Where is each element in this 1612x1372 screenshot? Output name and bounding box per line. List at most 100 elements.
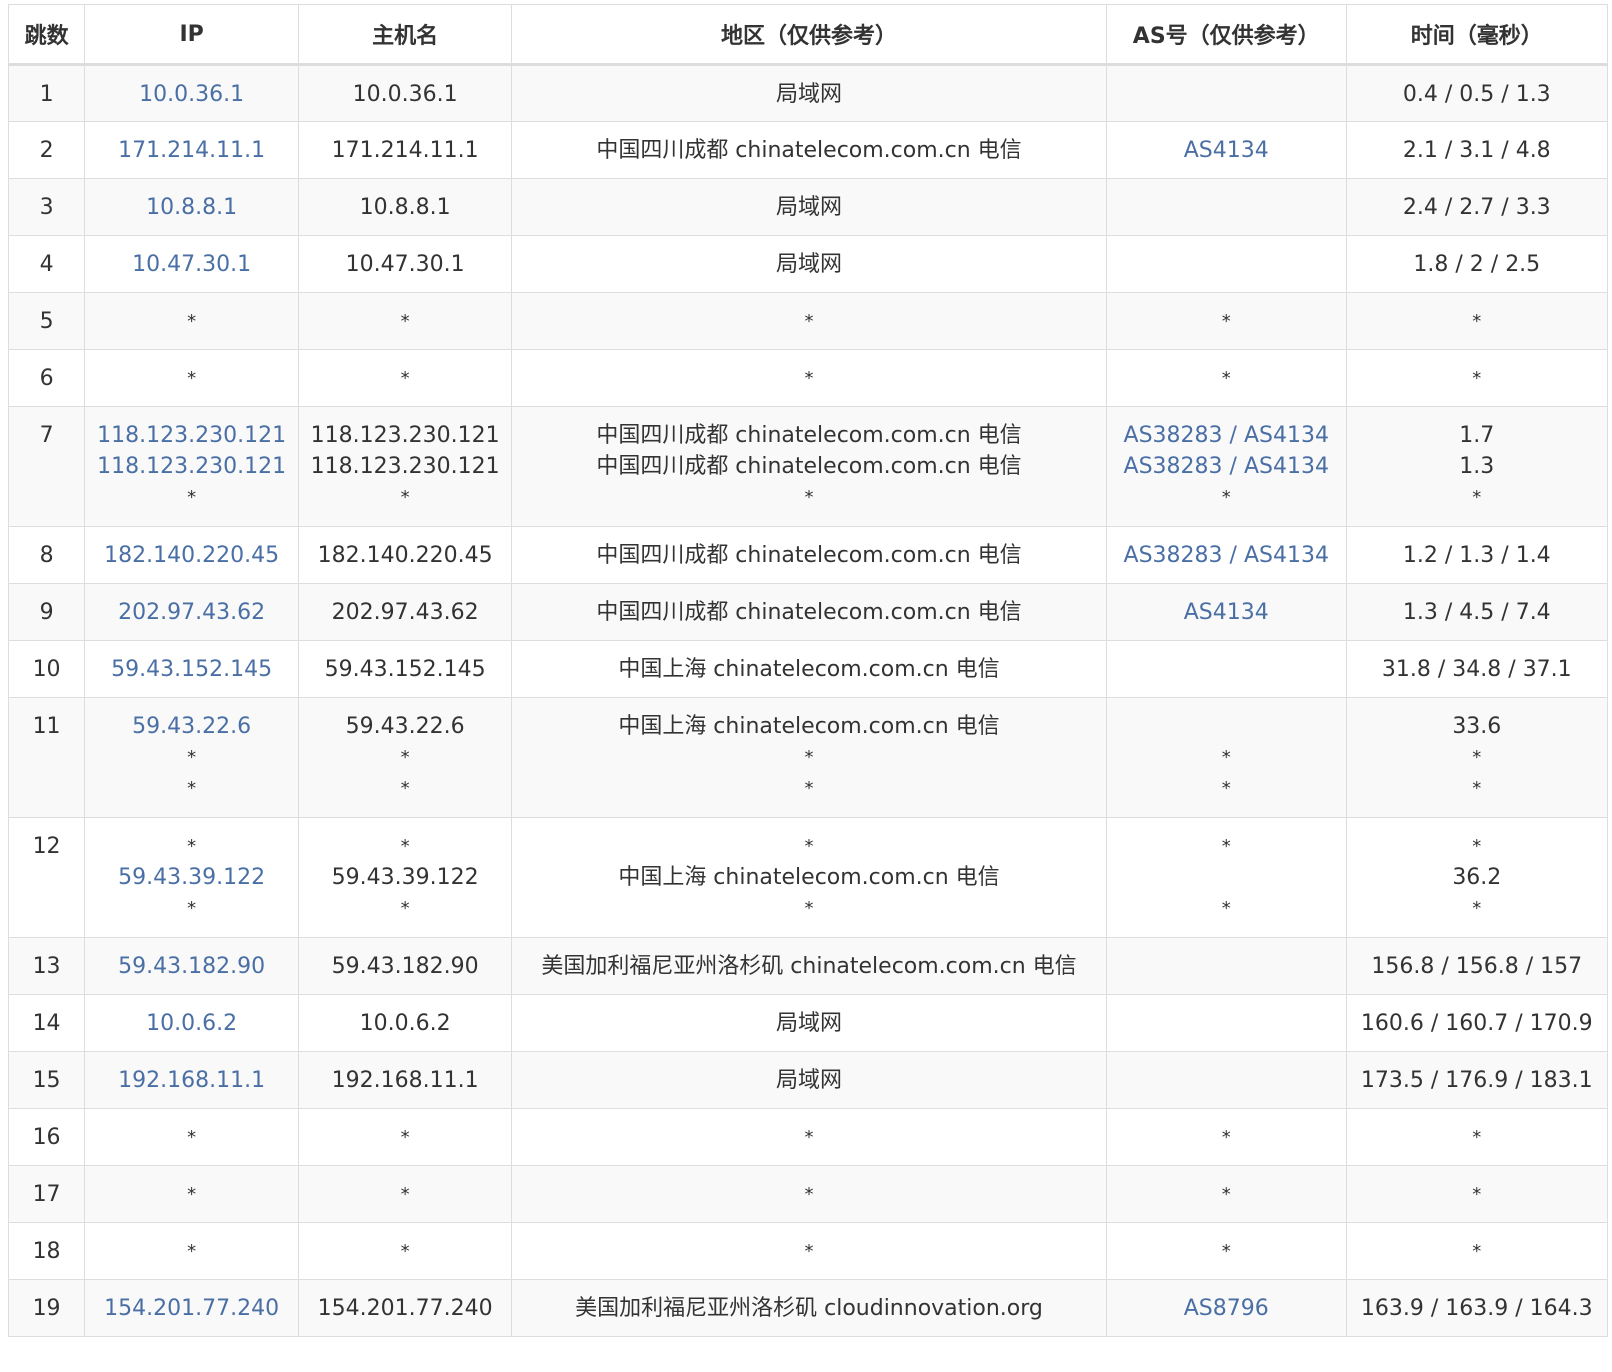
hop-cell: 8 — [7, 526, 86, 584]
table-row: 13 59.43.182.90 59.43.182.90 美国加利福尼亚州洛杉矶 ch… — [7, 937, 1609, 995]
hop-number: 17 — [32, 1182, 61, 1207]
table-row: 2 171.214.11.1 171.214.11.1 中国四川成都 chinatel… — [7, 121, 1609, 179]
hostname-text: 171.214.11.1 — [331, 138, 479, 163]
time-cell: * — [1345, 1165, 1609, 1223]
ip-link[interactable]: 59.43.152.145 — [89, 654, 294, 685]
region-cell: * — [511, 1108, 1107, 1166]
time-text: 173.5 / 176.9 / 183.1 — [1360, 1068, 1593, 1093]
time-text: 1.3 / 4.5 / 7.4 — [1402, 600, 1551, 625]
ip-link[interactable]: 171.214.11.1 — [89, 135, 294, 166]
region-text: 局域网 — [776, 1011, 843, 1036]
region-text: 中国四川成都 chinatelecom.com.cn 电信 — [596, 600, 1022, 625]
no-response-marker: * — [1472, 1241, 1482, 1262]
as-link[interactable]: AS4134 — [1184, 138, 1269, 163]
no-response-marker: * — [400, 1127, 410, 1148]
hop-number: 7 — [39, 423, 54, 448]
ip-link[interactable]: 202.97.43.62 — [89, 597, 294, 628]
table-row: 6 * * * * * — [7, 349, 1609, 407]
region-cell: 中国上海 chinatelecom.com.cn 电信 * * — [511, 697, 1107, 818]
ip-link[interactable]: 192.168.11.1 — [89, 1065, 294, 1096]
as-link[interactable]: AS38283 — [1124, 454, 1223, 479]
ip-link[interactable]: 154.201.77.240 — [89, 1293, 294, 1324]
as-cell: * — [1105, 1108, 1347, 1166]
ip-link[interactable]: 10.0.36.1 — [89, 79, 294, 110]
hop-cell: 7 — [7, 406, 86, 527]
ip-link[interactable]: 59.43.22.6 — [89, 711, 294, 742]
table-row: 17 * * * * * — [7, 1165, 1609, 1223]
traceroute-table: 跳数 IP 主机名 地区（仅供参考） AS号（仅供参考） 时间（毫秒） 1 10.… — [7, 4, 1609, 1337]
ip-cell: * — [84, 1108, 300, 1166]
hop-cell: 13 — [7, 937, 86, 995]
as-cell — [1105, 178, 1347, 236]
time-text: 1.3 — [1459, 454, 1495, 479]
hop-number: 5 — [39, 309, 54, 334]
region-cell: * 中国上海 chinatelecom.com.cn 电信 * — [511, 817, 1107, 938]
time-cell: 1.7 1.3 * — [1345, 406, 1609, 527]
as-link[interactable]: AS4134 — [1244, 543, 1329, 568]
no-response-marker: * — [187, 368, 197, 389]
no-response-marker: * — [804, 487, 814, 508]
no-response-marker: * — [1221, 311, 1231, 332]
no-response-marker: * — [1472, 487, 1482, 508]
hop-cell: 9 — [7, 583, 86, 641]
region-text: 美国加利福尼亚州洛杉矶 cloudinnovation.org — [575, 1296, 1043, 1321]
no-response-marker: * — [187, 1184, 197, 1205]
as-line: AS4134 — [1111, 597, 1342, 628]
no-response-marker: * — [187, 487, 197, 508]
hostname-text: 182.140.220.45 — [317, 543, 493, 568]
hostname-text: 10.8.8.1 — [359, 195, 451, 220]
ip-link[interactable]: 10.47.30.1 — [89, 249, 294, 280]
hop-cell: 18 — [7, 1222, 86, 1280]
ip-cell: 59.43.152.145 — [84, 640, 300, 698]
table-row: 14 10.0.6.2 10.0.6.2 局域网 160.6 / 160.7 / 170… — [7, 994, 1609, 1052]
table-row: 5 * * * * * — [7, 292, 1609, 350]
as-cell — [1105, 1051, 1347, 1109]
ip-link[interactable]: 59.43.182.90 — [89, 951, 294, 982]
no-response-marker: * — [400, 1184, 410, 1205]
ip-link[interactable]: 118.123.230.121 — [89, 451, 294, 482]
as-link[interactable]: AS4134 — [1244, 423, 1329, 448]
ip-link[interactable]: 10.8.8.1 — [89, 192, 294, 223]
no-response-marker: * — [1472, 898, 1482, 919]
hostname-cell: * — [298, 1222, 513, 1280]
ip-cell: * — [84, 1222, 300, 1280]
hop-number: 4 — [39, 252, 54, 277]
time-cell: * — [1345, 349, 1609, 407]
as-link[interactable]: AS8796 — [1184, 1296, 1269, 1321]
region-text: 中国四川成都 chinatelecom.com.cn 电信 — [596, 138, 1022, 163]
ip-link[interactable]: 59.43.39.122 — [89, 862, 294, 893]
table-row: 3 10.8.8.1 10.8.8.1 局域网 2.4 / 2.7 / 3.3 — [7, 178, 1609, 236]
ip-link[interactable]: 182.140.220.45 — [89, 540, 294, 571]
region-text: 中国四川成都 chinatelecom.com.cn 电信 — [596, 454, 1022, 479]
no-response-marker: * — [1221, 898, 1231, 919]
time-text: 1.7 — [1459, 423, 1495, 448]
as-line: AS38283 / AS4134 — [1111, 451, 1342, 482]
ip-cell: 192.168.11.1 — [84, 1051, 300, 1109]
as-link[interactable]: AS4134 — [1184, 600, 1269, 625]
table-row: 7 118.123.230.121 118.123.230.121 * 118.123.… — [7, 406, 1609, 527]
as-line: AS38283 / AS4134 — [1111, 420, 1342, 451]
region-text: 中国上海 chinatelecom.com.cn 电信 — [618, 865, 1000, 890]
table-row: 12 * 59.43.39.122 * * 59.43.39.122 * * 中国上海 chin… — [7, 817, 1609, 938]
ip-link[interactable]: 118.123.230.121 — [89, 420, 294, 451]
hostname-cell: 10.0.36.1 — [298, 64, 513, 122]
hostname-text: 118.123.230.121 — [310, 454, 500, 479]
as-link[interactable]: AS4134 — [1244, 454, 1329, 479]
hostname-cell: 171.214.11.1 — [298, 121, 513, 179]
region-cell: * — [511, 1165, 1107, 1223]
region-cell: * — [511, 292, 1107, 350]
as-link[interactable]: AS38283 — [1124, 543, 1223, 568]
as-cell: * — [1105, 1222, 1347, 1280]
hostname-cell: * — [298, 1108, 513, 1166]
hostname-text: 192.168.11.1 — [331, 1068, 479, 1093]
hop-number: 10 — [32, 657, 61, 682]
as-cell: AS38283 / AS4134 — [1105, 526, 1347, 584]
region-cell: 局域网 — [511, 1051, 1107, 1109]
as-cell: * — [1105, 292, 1347, 350]
region-text: 美国加利福尼亚州洛杉矶 chinatelecom.com.cn 电信 — [541, 954, 1077, 979]
as-link[interactable]: AS38283 — [1124, 423, 1223, 448]
hop-cell: 4 — [7, 235, 86, 293]
time-cell: * — [1345, 292, 1609, 350]
no-response-marker: * — [804, 311, 814, 332]
ip-link[interactable]: 10.0.6.2 — [89, 1008, 294, 1039]
